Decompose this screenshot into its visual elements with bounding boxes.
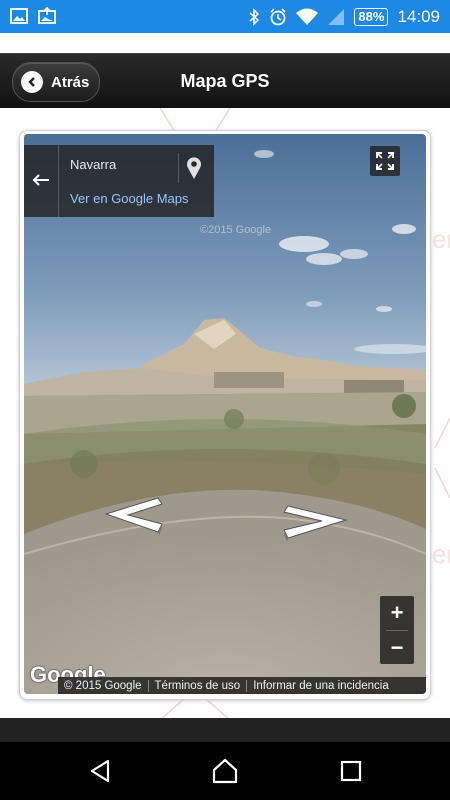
chevron-left-icon: [104, 497, 163, 536]
svg-text:en: en: [432, 224, 450, 254]
back-button-label: Atrás: [51, 73, 90, 91]
nav-home-button[interactable]: [210, 756, 240, 786]
copyright-text: © 2015 Google: [58, 679, 149, 692]
bluetooth-icon: [248, 7, 260, 26]
navigate-left-arrow[interactable]: [98, 494, 164, 541]
triangle-back-icon: [90, 759, 110, 783]
exit-street-view-button[interactable]: [24, 145, 59, 217]
zoom-control: + −: [380, 596, 414, 664]
wifi-icon: [296, 8, 319, 26]
recents-icon: [340, 760, 362, 782]
home-icon: [212, 758, 238, 784]
open-in-google-maps-link[interactable]: Ver en Google Maps: [70, 191, 189, 206]
chevron-right-icon: [283, 505, 348, 542]
map-pin-icon[interactable]: [178, 153, 209, 183]
arrow-left-icon: [32, 171, 50, 192]
location-name: Navarra: [70, 157, 117, 172]
alarm-icon: [269, 7, 287, 26]
svg-text:en: en: [432, 539, 450, 569]
signal-icon: [327, 8, 345, 26]
fullscreen-button[interactable]: [370, 146, 400, 176]
navigate-right-arrow[interactable]: [282, 502, 352, 547]
zoom-out-button[interactable]: −: [380, 631, 414, 665]
google-watermark: ©2015 Google: [200, 224, 272, 236]
image-notification-icon: [10, 7, 28, 25]
chevron-left-icon: [21, 71, 43, 93]
system-navigation-bar: [0, 742, 450, 800]
battery-indicator: 88%: [354, 7, 389, 26]
terms-link[interactable]: Términos de uso: [149, 679, 248, 692]
nav-recents-button[interactable]: [336, 756, 366, 786]
panorama-image: [24, 134, 426, 694]
app-header: Mapa GPS Atrás: [0, 53, 450, 109]
report-issue-link[interactable]: Informar de una incidencia: [247, 680, 395, 692]
back-button[interactable]: Atrás: [12, 62, 100, 102]
street-view-panorama[interactable]: ©2015 Google Navarra Ver en Google Maps: [24, 134, 426, 694]
top-spacer: [0, 33, 450, 53]
expand-icon: [376, 152, 394, 170]
bottom-bar: [0, 718, 450, 742]
photo-upload-notification-icon: [38, 7, 56, 25]
nav-back-button[interactable]: [86, 756, 116, 786]
status-bar: 88% 14:09: [0, 0, 450, 33]
location-info-box: Navarra Ver en Google Maps: [24, 145, 214, 217]
zoom-in-button[interactable]: +: [380, 596, 414, 630]
clock: 14:09: [397, 6, 440, 26]
map-footer: © 2015 Google Términos de uso Informar d…: [58, 677, 426, 694]
